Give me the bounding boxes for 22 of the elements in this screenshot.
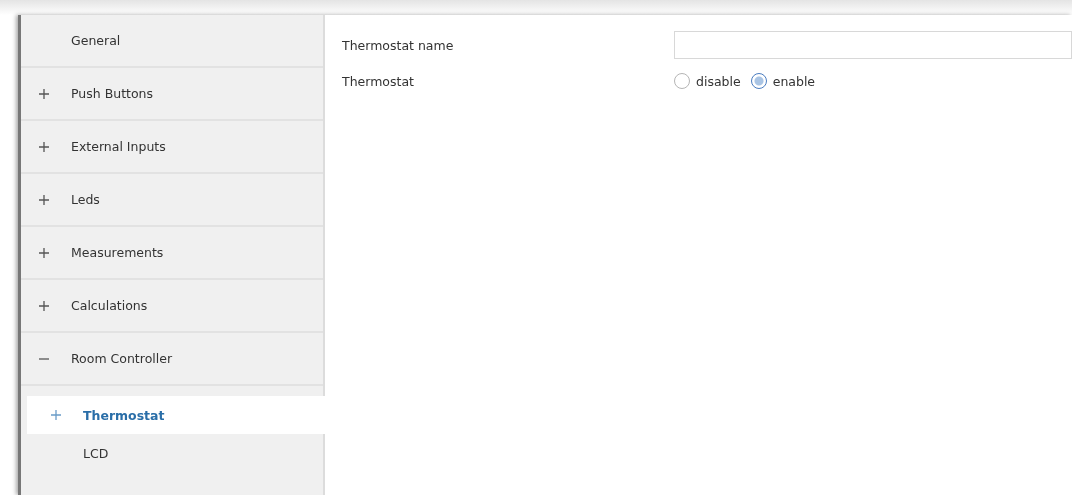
parameter-label: Thermostat <box>342 73 415 89</box>
sidebar-item[interactable]: External Inputs <box>21 121 323 174</box>
sidebar-item[interactable]: Push Buttons <box>21 68 323 121</box>
radio-option[interactable]: disable <box>674 73 741 89</box>
radio-icon[interactable] <box>674 73 690 89</box>
plus-icon[interactable] <box>39 300 51 311</box>
sidebar-item[interactable]: Calculations <box>21 280 323 333</box>
parameter-label: Thermostat name <box>342 37 455 53</box>
plus-icon[interactable] <box>51 410 63 420</box>
plus-icon[interactable] <box>39 88 51 99</box>
plus-icon[interactable] <box>39 247 51 258</box>
sidebar-item[interactable]: Leds <box>21 174 323 227</box>
sidebar-item[interactable]: Thermostat <box>27 396 327 434</box>
radio-option[interactable]: enable <box>750 73 816 89</box>
text-field[interactable] <box>674 31 1072 59</box>
plus-icon[interactable] <box>39 141 51 152</box>
sidebar-item[interactable]: Measurements <box>21 227 323 280</box>
sidebar-item[interactable]: General <box>21 15 323 68</box>
sidebar-item[interactable]: LCD <box>27 434 323 472</box>
plus-icon[interactable] <box>39 194 51 205</box>
sidebar-item[interactable]: Room Controller <box>21 333 323 386</box>
radio-icon[interactable] <box>750 73 767 89</box>
